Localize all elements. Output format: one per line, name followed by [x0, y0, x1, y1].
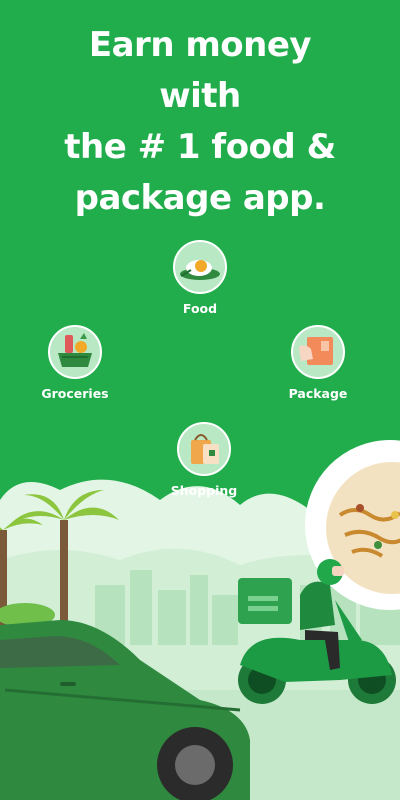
category-label-food: Food — [182, 301, 218, 316]
food-plate-icon — [173, 240, 227, 294]
shopping-bag-icon — [177, 422, 231, 476]
category-label-shopping: Shopping — [170, 483, 238, 498]
promo-screen: Earn money with the # 1 food & package a… — [0, 0, 400, 800]
category-label-package: Package — [288, 386, 348, 401]
category-food[interactable]: Food — [145, 240, 255, 316]
groceries-basket-icon — [48, 325, 102, 379]
package-box-icon — [291, 325, 345, 379]
category-groceries[interactable]: Groceries — [20, 325, 130, 401]
category-package[interactable]: Package — [263, 325, 373, 401]
category-label-groceries: Groceries — [41, 386, 109, 401]
category-shopping[interactable]: Shopping — [149, 422, 259, 498]
